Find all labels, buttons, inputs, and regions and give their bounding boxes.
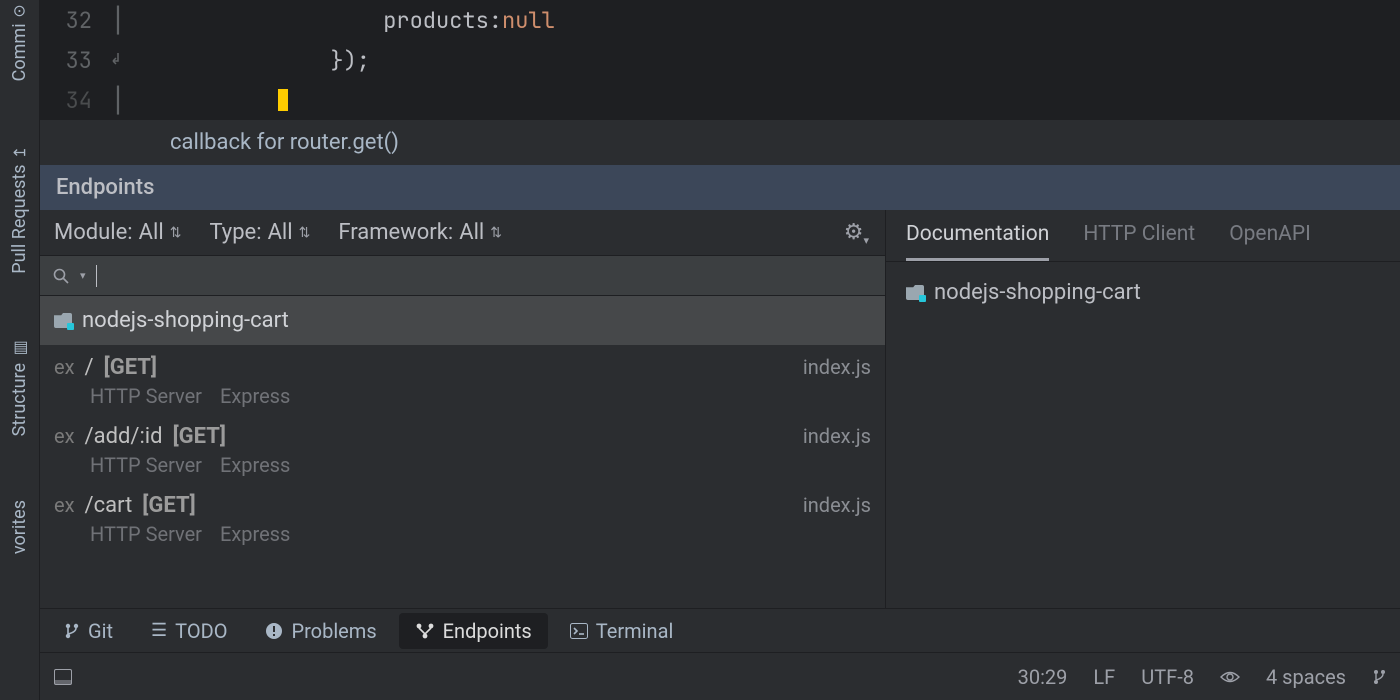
code-token: products: <box>383 6 502 35</box>
status-git-branch[interactable] <box>1372 668 1386 686</box>
endpoint-item[interactable]: ex /add/:id [GET] index.js HTTP Server E… <box>40 414 885 483</box>
sidebar-item-label: Commi <box>9 23 30 81</box>
left-sidebar: Commi ⊙ Pull Requests ↤ Structure ▥ vori… <box>0 0 40 700</box>
toolwindow-git[interactable]: Git <box>48 613 129 649</box>
sidebar-item-pull-requests[interactable]: Pull Requests ↤ <box>9 141 30 278</box>
structure-icon: ▥ <box>10 338 29 357</box>
filter-type[interactable]: Type: All ⇅ <box>209 220 310 245</box>
toolwindow-endpoints[interactable]: Endpoints <box>399 613 548 649</box>
settings-button[interactable]: ⚙▾ <box>844 220 871 245</box>
fold-end-icon[interactable] <box>100 53 136 67</box>
sidebar-item-commit[interactable]: Commi ⊙ <box>9 0 30 85</box>
layout-icon <box>54 669 72 685</box>
endpoint-search-input[interactable] <box>107 264 873 287</box>
chevron-updown-icon: ⇅ <box>299 225 311 241</box>
endpoint-project-header[interactable]: nodejs-shopping-cart <box>40 296 885 345</box>
endpoint-server: HTTP Server <box>90 522 202 546</box>
endpoint-path: / <box>85 355 94 380</box>
branch-icon <box>1372 668 1386 686</box>
terminal-icon <box>570 623 588 639</box>
sidebar-item-label: Pull Requests <box>9 165 30 274</box>
endpoint-path: /add/:id <box>85 424 163 449</box>
gear-icon: ⚙ <box>844 220 864 245</box>
chevron-updown-icon: ⇅ <box>170 225 182 241</box>
endpoint-item[interactable]: ex / [GET] index.js HTTP Server Express <box>40 345 885 414</box>
chevron-down-icon: ▾ <box>863 234 869 247</box>
pull-request-icon: ↤ <box>13 143 26 162</box>
filter-module[interactable]: Module: All ⇅ <box>54 220 181 245</box>
code-editor[interactable]: 32 │ products: null 33 }); 34 <box>40 0 1400 120</box>
status-bar: 30:29 LF UTF-8 4 spaces <box>40 652 1400 700</box>
fold-indicator-icon[interactable]: │ <box>100 6 136 35</box>
filter-bar: Module: All ⇅ Type: All ⇅ Framework: All… <box>40 210 885 256</box>
code-keyword: null <box>502 6 555 35</box>
branch-icon <box>64 622 80 640</box>
warning-icon <box>265 622 283 640</box>
breadcrumb[interactable]: callback for router.get() <box>40 120 1400 165</box>
toolwindow-problems[interactable]: Problems <box>249 613 392 649</box>
editor-caret <box>278 89 288 111</box>
line-number: 32 <box>40 6 100 35</box>
endpoints-icon <box>415 622 435 640</box>
doc-project-name: nodejs-shopping-cart <box>934 280 1141 305</box>
line-number: 33 <box>40 46 100 75</box>
tab-http-client[interactable]: HTTP Client <box>1083 222 1195 261</box>
filter-framework[interactable]: Framework: All ⇅ <box>338 220 502 245</box>
doc-tabs: Documentation HTTP Client OpenAPI <box>886 210 1400 262</box>
folder-icon <box>906 285 924 300</box>
tab-openapi[interactable]: OpenAPI <box>1229 222 1311 261</box>
endpoints-panel: Module: All ⇅ Type: All ⇅ Framework: All… <box>40 210 886 608</box>
endpoint-server: HTTP Server <box>90 453 202 477</box>
endpoint-file: index.js <box>803 493 871 517</box>
tab-documentation[interactable]: Documentation <box>906 222 1049 261</box>
sidebar-item-favorites[interactable]: vorites <box>9 496 30 558</box>
eye-icon <box>1220 670 1240 684</box>
chevron-down-icon[interactable]: ▾ <box>80 269 86 282</box>
project-name: nodejs-shopping-cart <box>82 308 289 333</box>
endpoint-framework: Express <box>220 522 290 546</box>
endpoint-method: [GET] <box>142 493 195 518</box>
status-line-separator[interactable]: LF <box>1093 665 1115 689</box>
toolwindow-terminal[interactable]: Terminal <box>554 613 690 649</box>
endpoint-path: /cart <box>85 493 133 518</box>
status-encoding[interactable]: UTF-8 <box>1141 665 1194 689</box>
endpoint-prefix: ex <box>54 355 75 379</box>
sidebar-item-label: Structure <box>9 363 30 436</box>
endpoint-method: [GET] <box>104 355 157 380</box>
commit-icon: ⊙ <box>13 1 26 20</box>
endpoint-method: [GET] <box>173 424 226 449</box>
toolwindow-todo[interactable]: ☰ TODO <box>135 613 243 649</box>
search-icon <box>52 267 70 285</box>
endpoint-prefix: ex <box>54 493 75 517</box>
code-token: }); <box>330 46 370 75</box>
folder-icon <box>54 313 72 328</box>
status-indent[interactable]: 4 spaces <box>1266 665 1346 689</box>
list-icon: ☰ <box>151 620 167 641</box>
documentation-panel: Documentation HTTP Client OpenAPI nodejs… <box>886 210 1400 608</box>
endpoint-file: index.js <box>803 355 871 379</box>
sidebar-item-structure[interactable]: Structure ▥ <box>9 334 30 440</box>
line-number: 34 <box>40 86 100 115</box>
endpoint-server: HTTP Server <box>90 384 202 408</box>
endpoint-file: index.js <box>803 424 871 448</box>
endpoint-framework: Express <box>220 453 290 477</box>
toolwindows-toggle[interactable] <box>54 669 72 685</box>
endpoint-item[interactable]: ex /cart [GET] index.js HTTP Server Expr… <box>40 483 885 552</box>
toolwindow-title[interactable]: Endpoints <box>40 165 1400 210</box>
endpoint-prefix: ex <box>54 424 75 448</box>
sidebar-item-label: vorites <box>9 500 30 554</box>
chevron-updown-icon: ⇅ <box>490 225 502 241</box>
status-file-watcher[interactable] <box>1220 670 1240 684</box>
text-caret <box>96 265 98 287</box>
status-caret-position[interactable]: 30:29 <box>1018 665 1068 689</box>
endpoint-framework: Express <box>220 384 290 408</box>
toolwindows-bar: Git ☰ TODO Problems Endpoints <box>40 608 1400 652</box>
search-bar: ▾ <box>40 256 885 296</box>
